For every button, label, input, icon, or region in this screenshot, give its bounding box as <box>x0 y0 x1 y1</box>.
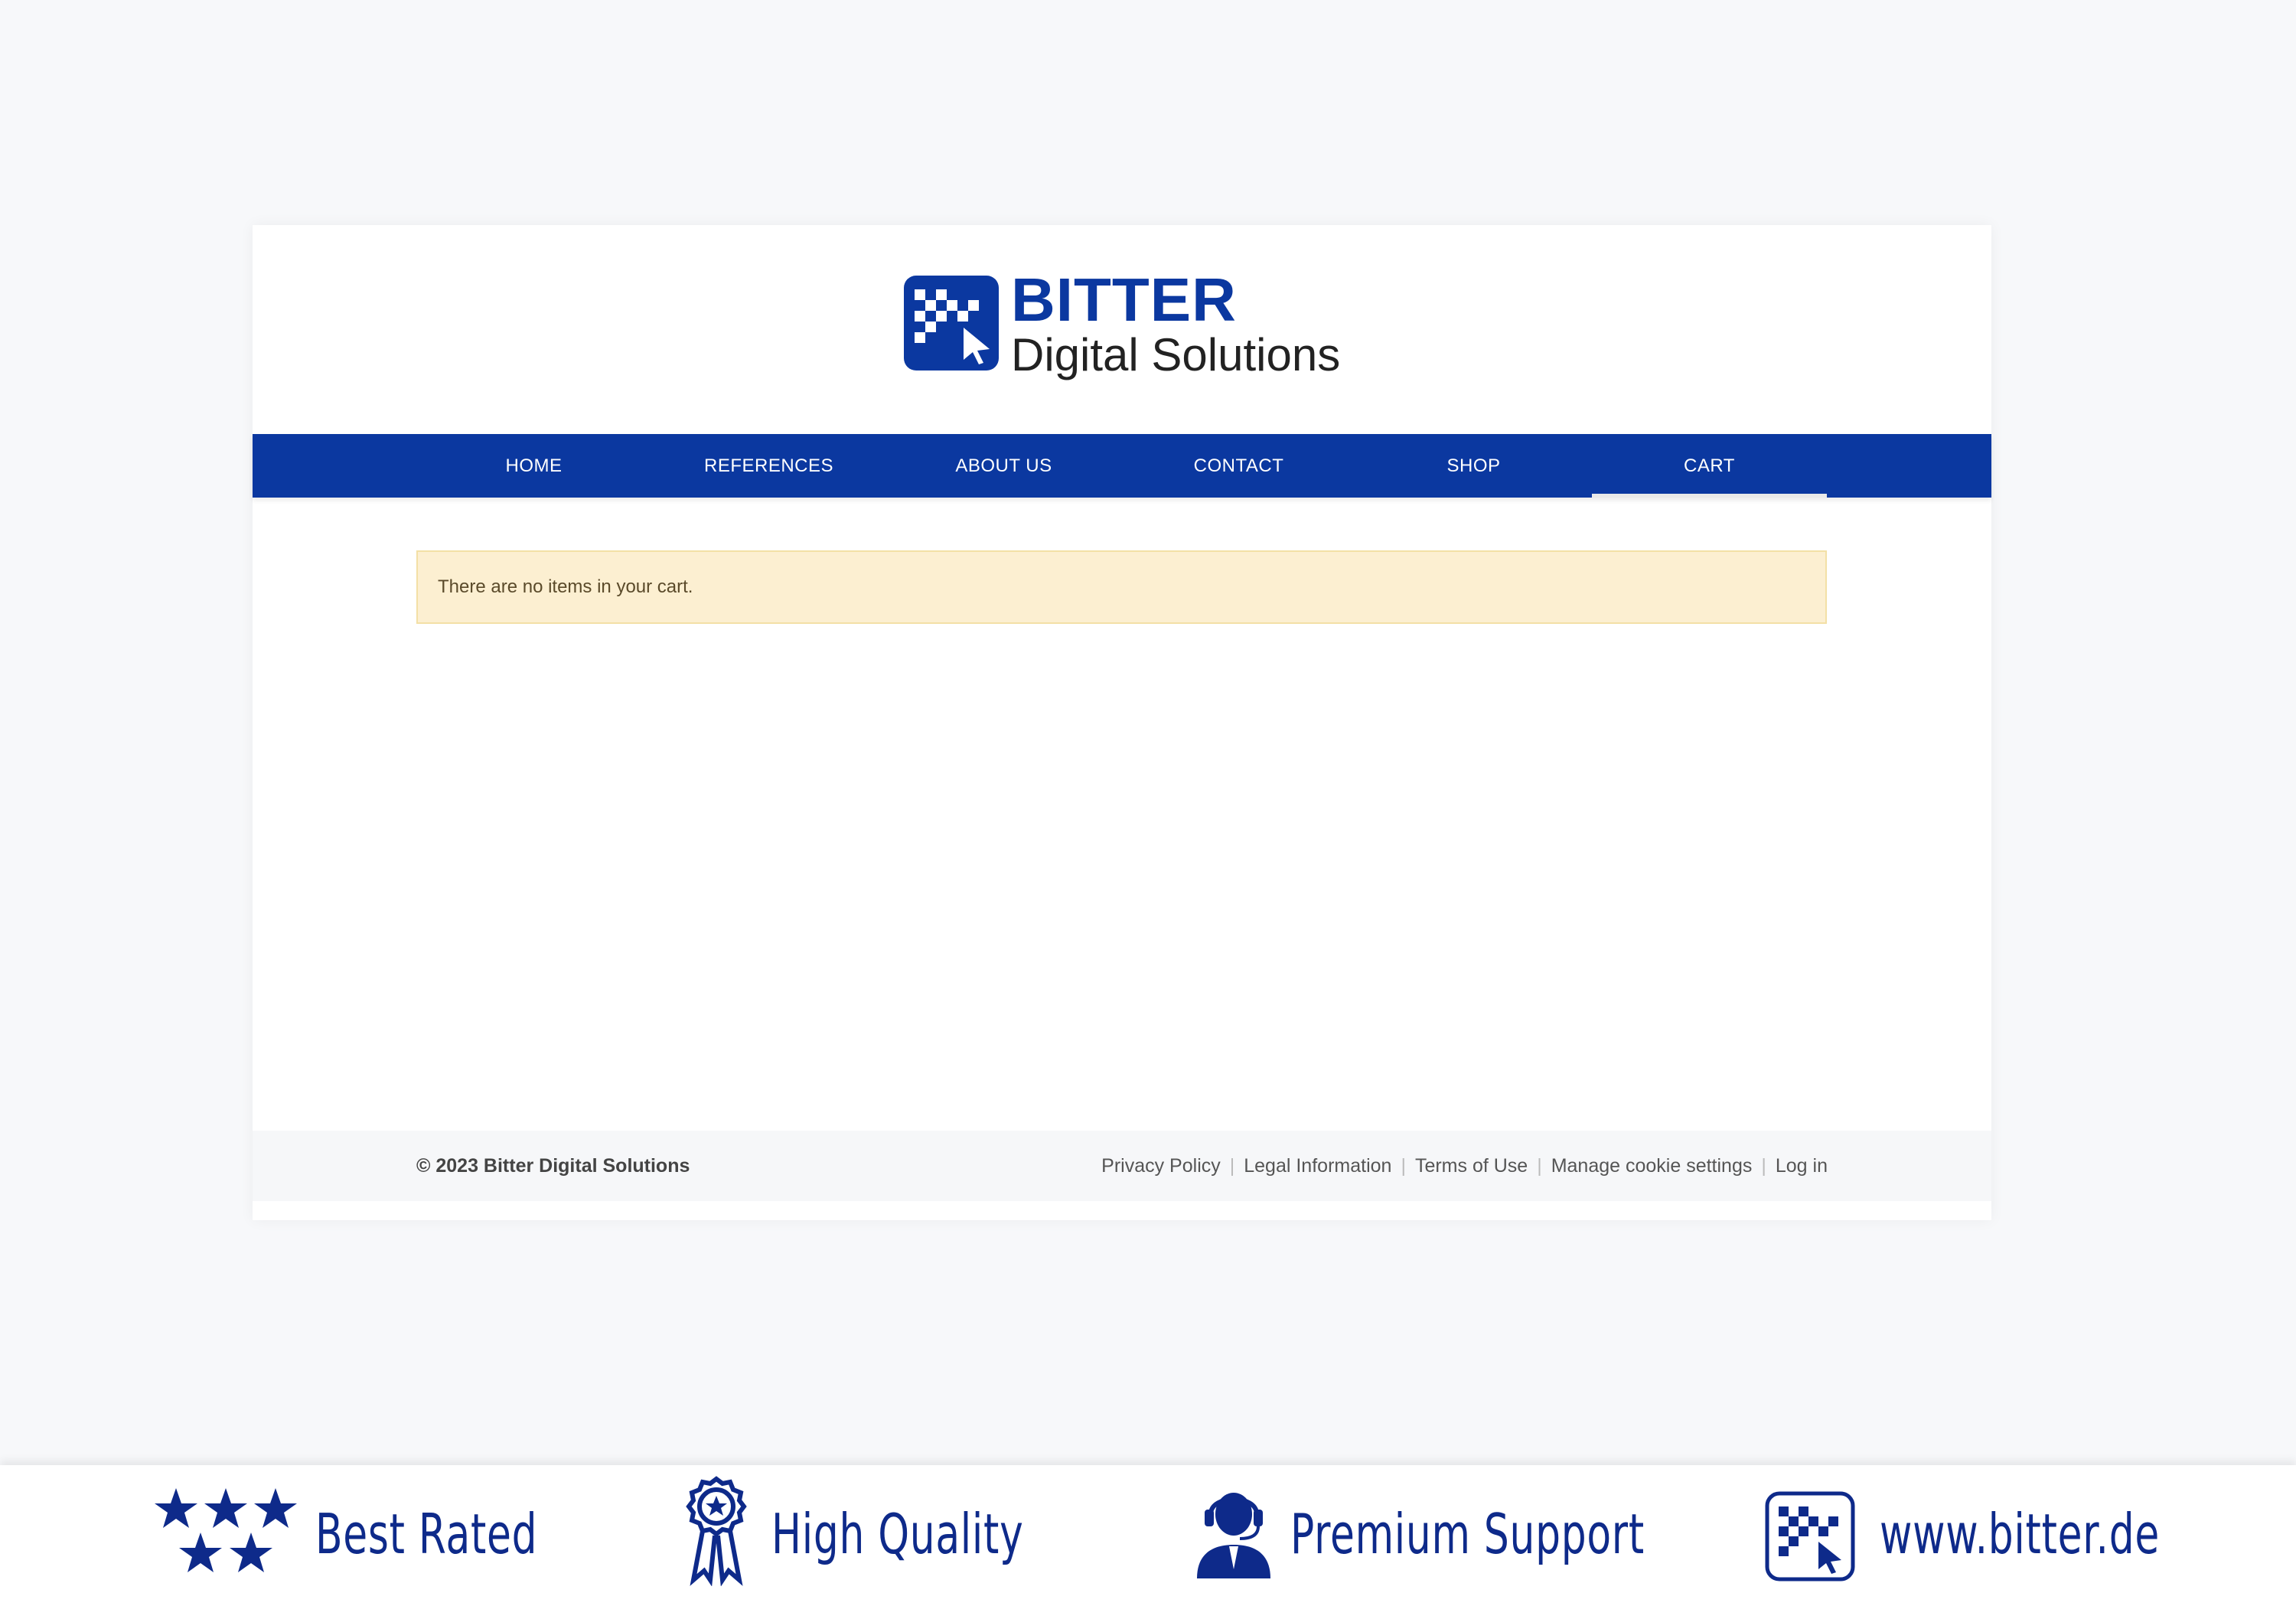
nav-item-contact[interactable]: CONTACT <box>1121 434 1356 498</box>
footer-link-log-in[interactable]: Log in <box>1776 1155 1828 1177</box>
copyright-text: © 2023 Bitter Digital Solutions <box>416 1155 690 1177</box>
nav-item-references[interactable]: REFERENCES <box>651 434 886 498</box>
badge-label-website[interactable]: www.bitter.de <box>1880 1502 2160 1566</box>
bitter-logo-icon <box>1765 1491 1855 1582</box>
badge-label-high-quality: High Quality <box>771 1502 1024 1566</box>
footer-separator: | <box>1537 1155 1542 1177</box>
nav-item-shop[interactable]: SHOP <box>1356 434 1591 498</box>
footer-link-terms-of-use[interactable]: Terms of Use <box>1415 1155 1528 1177</box>
footer-links: Privacy Policy | Legal Information | Terms o… <box>1101 1131 1828 1201</box>
brand-title: BITTER <box>1011 266 1237 334</box>
main-navigation: HOME REFERENCES ABOUT US CONTACT SHOP CA… <box>253 434 1991 498</box>
site-header: BITTER Digital Solutions <box>253 225 1991 434</box>
footer-link-manage-cookie-settings[interactable]: Manage cookie settings <box>1551 1155 1753 1177</box>
bitter-logo-icon <box>904 276 999 370</box>
badge-label-premium-support: Premium Support <box>1290 1502 1645 1566</box>
page-card: BITTER Digital Solutions HOME REFERENCES… <box>253 225 1991 1220</box>
nav-item-home[interactable]: HOME <box>416 434 651 498</box>
footer-link-privacy-policy[interactable]: Privacy Policy <box>1101 1155 1221 1177</box>
footer-link-legal-information[interactable]: Legal Information <box>1244 1155 1391 1177</box>
footer-separator: | <box>1401 1155 1406 1177</box>
nav-item-cart[interactable]: CART <box>1592 434 1827 498</box>
brand-subtitle: Digital Solutions <box>1011 329 1341 380</box>
empty-cart-notice: There are no items in your cart. <box>416 550 1827 624</box>
badge-label-best-rated: Best Rated <box>315 1502 538 1566</box>
footer-separator: | <box>1761 1155 1766 1177</box>
badge-premium-support: Premium Support <box>1194 1465 1730 1606</box>
footer-separator: | <box>1229 1155 1235 1177</box>
badge-best-rated: Best Rated <box>153 1465 551 1606</box>
nav-item-about-us[interactable]: ABOUT US <box>886 434 1121 498</box>
award-ribbon-icon <box>686 1476 747 1586</box>
support-agent-icon <box>1197 1493 1270 1578</box>
trust-banner: Best Rated High Quality Premium Support … <box>0 1465 2296 1606</box>
badge-website[interactable]: www.bitter.de <box>1765 1465 2163 1606</box>
site-footer: © 2023 Bitter Digital Solutions Privacy … <box>253 1131 1991 1201</box>
stars-icon <box>155 1488 297 1572</box>
site-logo[interactable]: BITTER Digital Solutions <box>904 269 1348 380</box>
badge-high-quality: High Quality <box>680 1465 1078 1606</box>
